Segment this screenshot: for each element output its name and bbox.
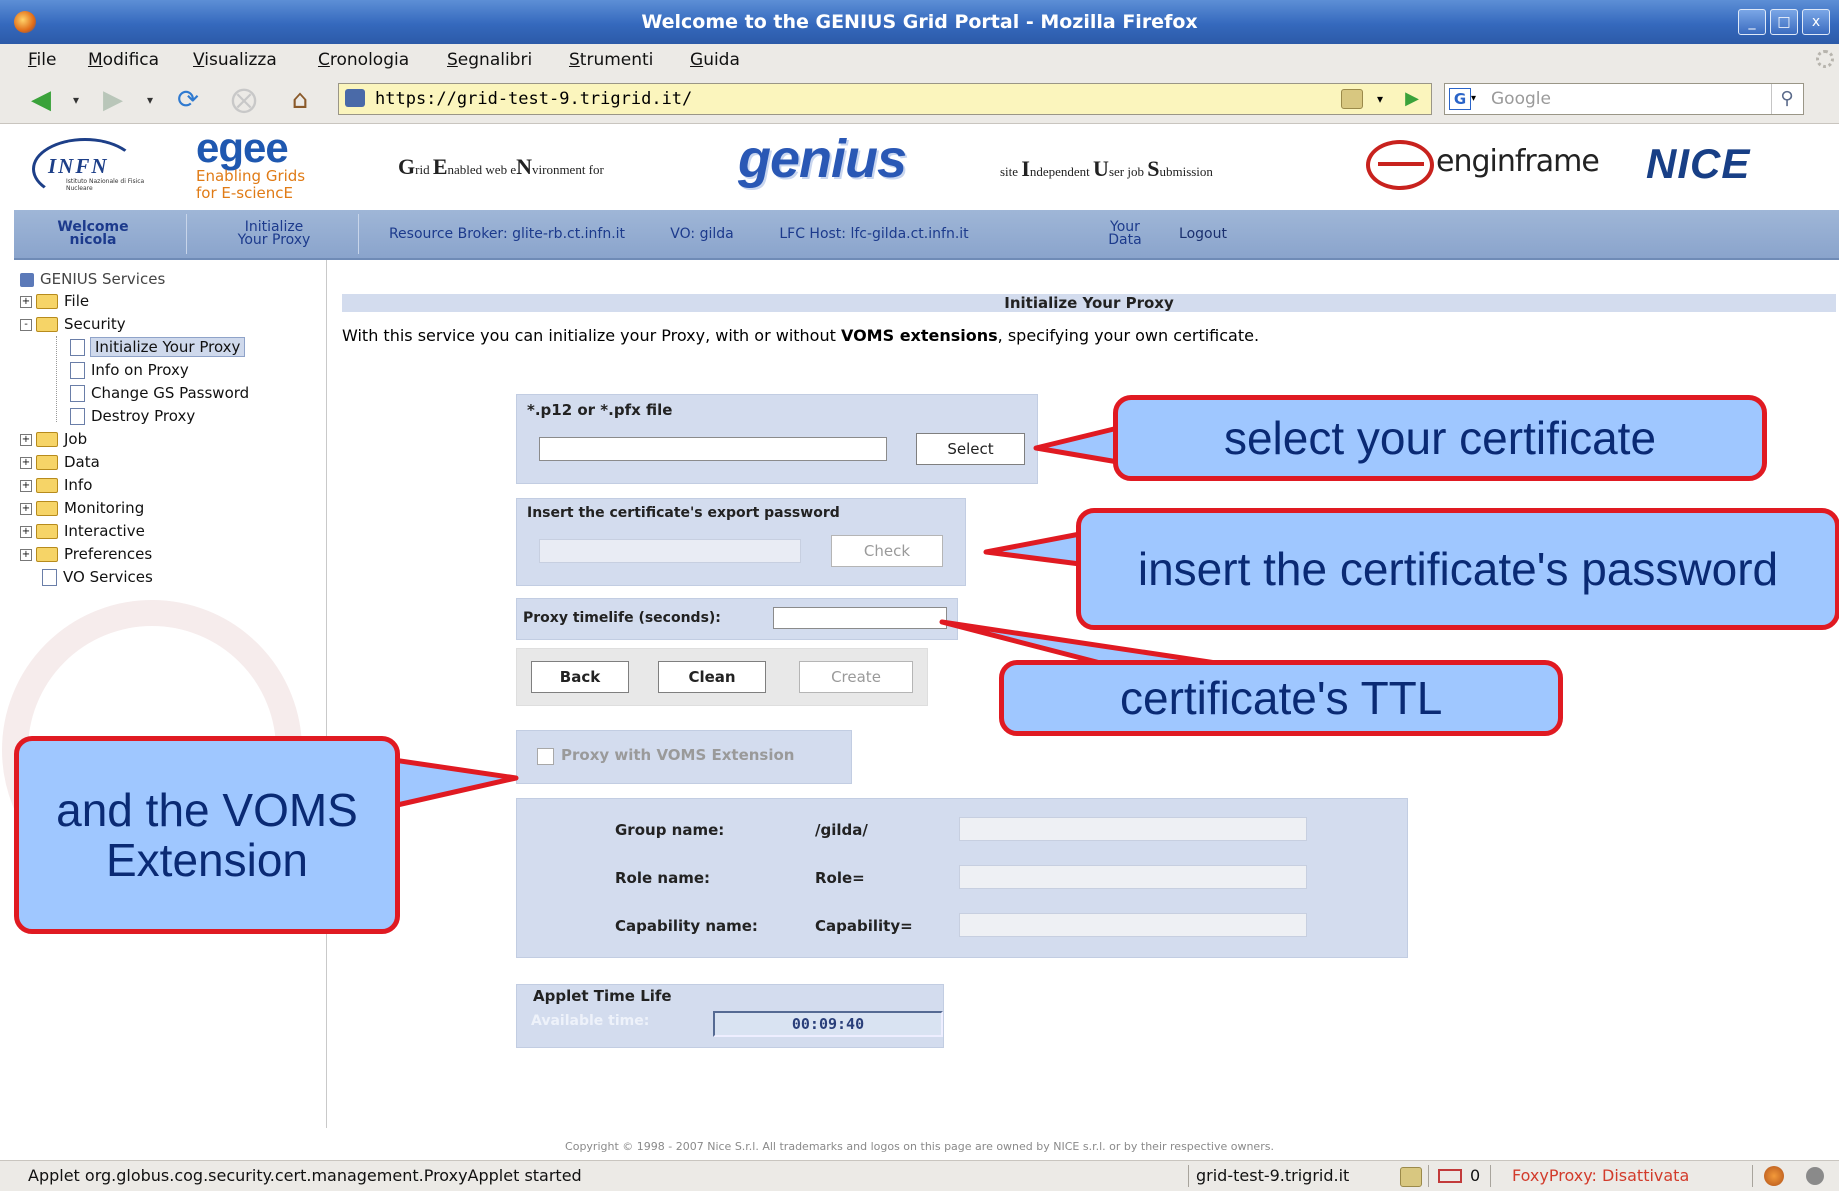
callout-select-certificate: select your certificate (1113, 395, 1767, 481)
callout-voms-line2: Extension (105, 834, 308, 886)
callout-select-certificate-text: select your certificate (1223, 412, 1657, 464)
callout-certificate-ttl: certificate's TTL (999, 660, 1563, 736)
callout-certificate-ttl-text: certificate's TTL (1120, 672, 1443, 724)
callout-insert-password-text: insert the certificate's password (1137, 543, 1779, 595)
callout-voms-line1: and the VOMS (56, 784, 358, 836)
certificate-callout-pointer (1033, 425, 1121, 465)
password-callout-pointer (983, 531, 1083, 567)
callout-voms-extension: and the VOMS Extension (14, 736, 400, 934)
voms-callout-pointer (377, 755, 519, 811)
callout-insert-password: insert the certificate's password (1076, 508, 1839, 630)
